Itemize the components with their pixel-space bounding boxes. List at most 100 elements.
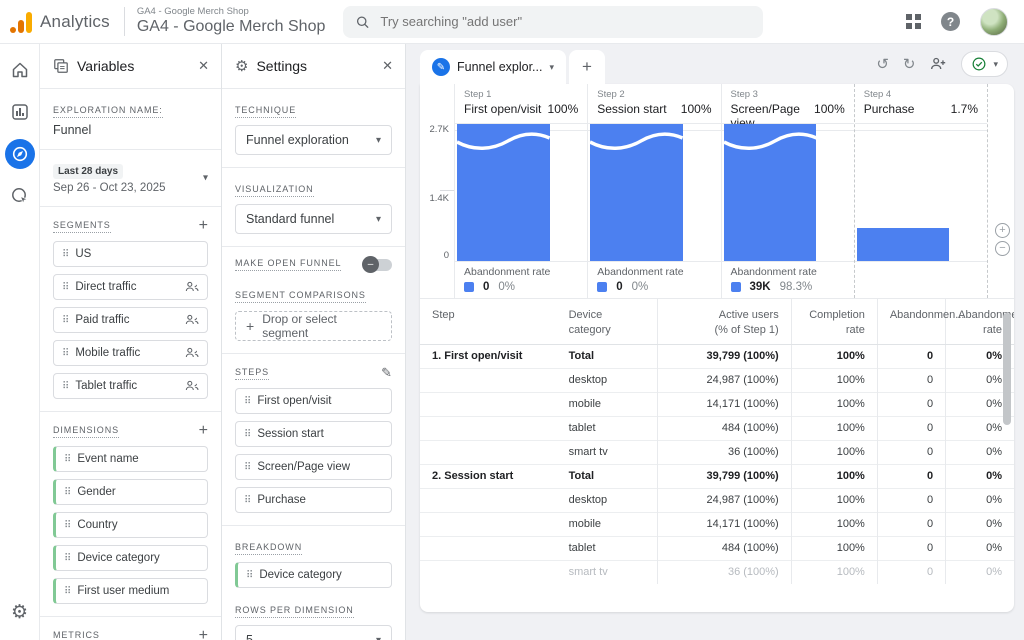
segment-label: Direct traffic (75, 281, 136, 293)
cell-abandonments: 0 (877, 488, 945, 512)
search-input[interactable] (380, 14, 751, 29)
col-header-step[interactable]: Step (420, 299, 557, 344)
drag-handle-icon[interactable]: ⠿ (244, 396, 250, 407)
col-header-device[interactable]: Device category (557, 299, 658, 344)
share-user-icon[interactable] (929, 55, 947, 73)
y-tick-label: 1.4K (429, 193, 449, 204)
add-tab-button[interactable]: + (569, 50, 605, 84)
step-chip[interactable]: ⠿ Purchase (235, 487, 392, 513)
close-variables-icon[interactable]: ✕ (198, 58, 209, 74)
home-icon[interactable] (10, 60, 30, 80)
segment-chip[interactable]: ⠿ Direct traffic (53, 274, 208, 300)
dimension-chip[interactable]: ⠿ Device category (53, 545, 208, 571)
undo-icon[interactable]: ↺ (876, 57, 889, 72)
avatar[interactable] (980, 8, 1008, 36)
dimension-chip[interactable]: ⠿ Country (53, 512, 208, 538)
step-chip[interactable]: ⠿ Session start (235, 421, 392, 447)
drag-handle-icon[interactable]: ⠿ (244, 495, 250, 506)
drag-handle-icon[interactable]: ⠿ (246, 570, 252, 581)
cell-abandonment-rate: 0% (946, 488, 1014, 512)
cell-completion: 100% (791, 488, 877, 512)
top-app-bar: Analytics GA4 - Google Merch Shop GA4 - … (0, 0, 1024, 44)
drag-handle-icon[interactable]: ⠿ (62, 282, 68, 293)
dimension-chip[interactable]: ⠿ Gender (53, 479, 208, 505)
visualization-select[interactable]: Standard funnel ▾ (235, 204, 392, 234)
cell-device: tablet (557, 416, 658, 440)
explore-nav-selected[interactable] (5, 139, 35, 169)
step-chip[interactable]: ⠿ Screen/Page view (235, 454, 392, 480)
bar-wave (590, 129, 683, 153)
add-dimension-icon[interactable]: + (199, 423, 208, 439)
visualization-label: VISUALIZATION (235, 184, 314, 197)
org-switcher-icon[interactable] (906, 14, 921, 29)
breakdown-chip[interactable]: ⠿ Device category (235, 562, 392, 588)
funnel-bar[interactable] (724, 124, 817, 261)
help-icon[interactable]: ? (941, 12, 960, 31)
date-range-selector[interactable]: Last 28 days Sep 26 - Oct 23, 2025 ▾ (40, 150, 221, 207)
date-range-badge: Last 28 days (53, 164, 123, 179)
drag-handle-icon[interactable]: ⠿ (244, 429, 250, 440)
rows-per-dimension-select[interactable]: 5 ▾ (235, 625, 392, 640)
col-header-active-users[interactable]: Active users(% of Step 1) (658, 299, 792, 344)
segment-chip[interactable]: ⠿ US (53, 241, 208, 267)
settings-panel: ⚙ Settings ✕ TECHNIQUE Funnel exploratio… (222, 44, 406, 640)
exploration-name-value[interactable]: Funnel (53, 123, 208, 137)
abandonment-rate: 0% (632, 281, 649, 293)
segment-drop-target[interactable]: + Drop or select segment (235, 311, 392, 341)
zoom-in-icon[interactable]: + (995, 223, 1010, 238)
redo-icon[interactable]: ↻ (903, 57, 916, 72)
segment-label: Tablet traffic (75, 380, 137, 392)
drag-handle-icon[interactable]: ⠿ (244, 462, 250, 473)
make-open-funnel-toggle[interactable]: – (364, 259, 392, 271)
drag-handle-icon[interactable]: ⠿ (64, 454, 70, 465)
drag-handle-icon[interactable]: ⠿ (62, 348, 68, 359)
technique-select[interactable]: Funnel exploration ▾ (235, 125, 392, 155)
edit-steps-icon[interactable]: ✎ (381, 365, 392, 381)
funnel-chart: 2.7K 1.4K 0 Step 1 First open/visit 100% (420, 84, 1014, 299)
tab-funnel-exploration[interactable]: ✎ Funnel explor... ▾ (420, 50, 566, 84)
drag-handle-icon[interactable]: ⠿ (64, 553, 70, 564)
cell-users: 39,799 (100%) (658, 464, 792, 488)
drag-handle-icon[interactable]: ⠿ (62, 315, 68, 326)
close-settings-icon[interactable]: ✕ (382, 58, 393, 74)
chevron-down-icon[interactable]: ▾ (549, 62, 554, 73)
funnel-bar[interactable] (457, 124, 550, 261)
saved-status-button[interactable]: ▾ (961, 51, 1008, 77)
drag-handle-icon[interactable]: ⠿ (62, 381, 68, 392)
cell-step (420, 416, 557, 440)
col-header-completion-rate[interactable]: Completionrate (791, 299, 877, 344)
breakdown-table: Step Device category Active users(% of S… (420, 299, 1014, 584)
segment-chip[interactable]: ⠿ Mobile traffic (53, 340, 208, 366)
segment-chip[interactable]: ⠿ Tablet traffic (53, 373, 208, 399)
cell-users: 36 (100%) (658, 560, 792, 584)
add-metric-icon[interactable]: + (199, 628, 208, 640)
drag-handle-icon[interactable]: ⠿ (62, 249, 68, 260)
drag-handle-icon[interactable]: ⠿ (64, 487, 70, 498)
funnel-bar[interactable] (857, 228, 950, 261)
add-segment-icon[interactable]: + (199, 218, 208, 234)
funnel-bar[interactable] (590, 124, 683, 261)
zoom-out-icon[interactable]: − (995, 241, 1010, 256)
drag-handle-icon[interactable]: ⠿ (64, 586, 70, 597)
table-scrollbar[interactable] (1003, 313, 1011, 425)
chevron-down-icon: ▾ (993, 59, 998, 70)
step-number: Step 4 (864, 89, 978, 100)
advertising-icon[interactable] (10, 186, 30, 206)
cell-step (420, 392, 557, 416)
admin-gear-icon[interactable]: ⚙ (11, 601, 28, 624)
step-chip[interactable]: ⠿ First open/visit (235, 388, 392, 414)
table-row: tablet 484 (100%) 100% 0 0% (420, 536, 1014, 560)
table-header-row: Step Device category Active users(% of S… (420, 299, 1014, 344)
chevron-down-icon[interactable]: ▾ (203, 173, 208, 184)
cell-step (420, 488, 557, 512)
dimension-chip[interactable]: ⠿ First user medium (53, 578, 208, 604)
segment-chip[interactable]: ⠿ Paid traffic (53, 307, 208, 333)
property-switcher[interactable]: GA4 - Google Merch Shop GA4 - Google Mer… (124, 7, 326, 36)
search-bar[interactable] (343, 6, 763, 38)
dimension-chip[interactable]: ⠿ Event name (53, 446, 208, 472)
col-header-abandonments[interactable]: Abandonmen... (877, 299, 945, 344)
reports-icon[interactable] (10, 102, 30, 122)
abandonment-cell-empty (855, 262, 987, 298)
drag-handle-icon[interactable]: ⠿ (64, 520, 70, 531)
analytics-logo[interactable]: Analytics (10, 11, 110, 33)
